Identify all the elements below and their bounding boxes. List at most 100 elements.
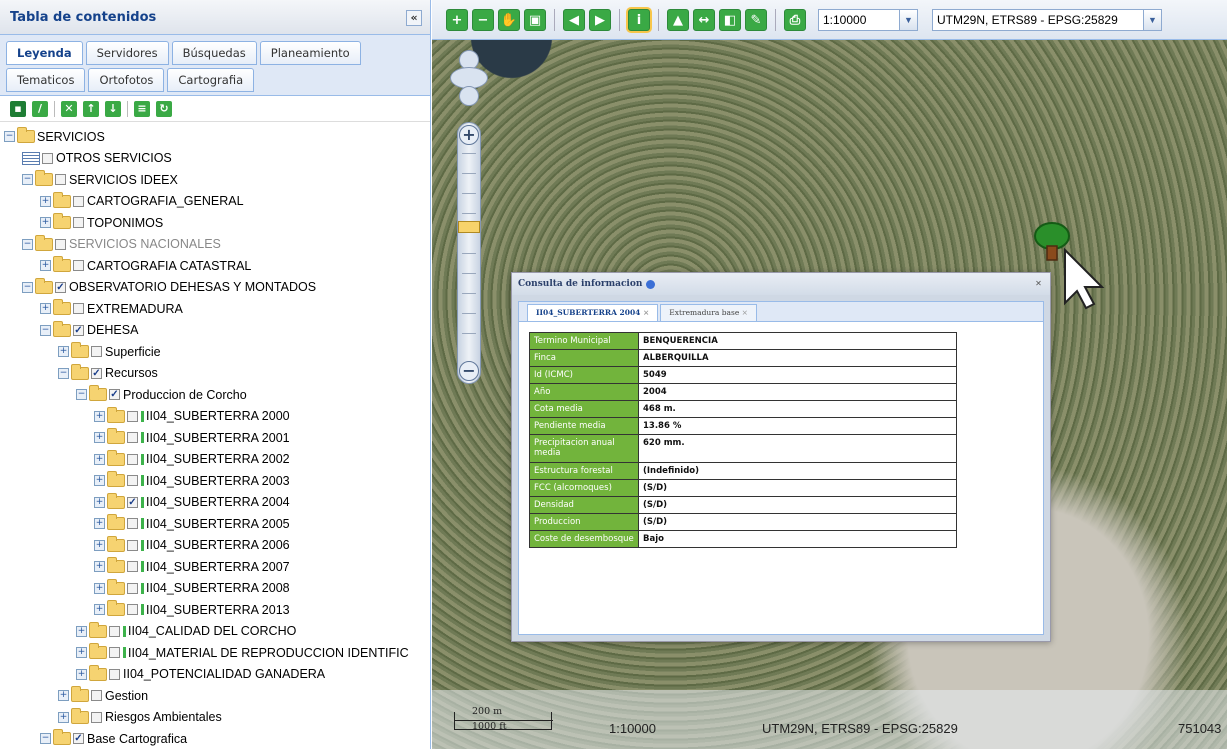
info-query-icon[interactable]: i	[628, 8, 650, 31]
expand-node-icon[interactable]: +	[76, 668, 87, 680]
measure-area-icon[interactable]: ▲	[667, 8, 689, 31]
popup-tab[interactable]: Extremadura base ×	[660, 304, 757, 321]
collapse-node-icon[interactable]: −	[58, 367, 69, 379]
layer-checkbox[interactable]	[73, 217, 84, 229]
popup-tab[interactable]: II04_SUBERTERRA 2004 ×	[527, 304, 659, 321]
expand-node-icon[interactable]: +	[40, 195, 51, 207]
layer-checkbox[interactable]	[109, 625, 120, 637]
layer-checkbox[interactable]: ✓	[73, 324, 84, 336]
expand-node-icon[interactable]: +	[94, 582, 105, 594]
collapse-node-icon[interactable]: −	[76, 389, 87, 401]
pan-down-icon[interactable]	[459, 86, 479, 106]
layer-checkbox[interactable]	[127, 561, 138, 573]
tree-node[interactable]: + II04_SUBERTERRA 2003	[0, 470, 430, 492]
close-tab-icon[interactable]: ×	[739, 308, 748, 317]
tree-node[interactable]: + II04_SUBERTERRA 2005	[0, 513, 430, 535]
expand-node-icon[interactable]: +	[76, 625, 87, 637]
tree-node-label[interactable]: II04_MATERIAL DE REPRODUCCION IDENTIFIC	[128, 646, 409, 660]
tree-node-label[interactable]: Gestion	[105, 689, 148, 703]
tree-node-label[interactable]: II04_POTENCIALIDAD GANADERA	[123, 667, 325, 681]
expand-node-icon[interactable]: +	[58, 711, 69, 723]
tree-node[interactable]: − ✓ Base Cartografica	[0, 728, 430, 749]
pan-control[interactable]	[450, 50, 488, 106]
expand-node-icon[interactable]: +	[94, 475, 105, 487]
next-view-icon[interactable]: ▶	[589, 8, 611, 31]
zoom-minus-icon[interactable]: −	[459, 361, 479, 381]
layer-checkbox[interactable]: ✓	[127, 496, 138, 508]
tree-node[interactable]: + II04_SUBERTERRA 2006	[0, 535, 430, 557]
tree-node-label[interactable]: SERVICIOS	[37, 130, 105, 144]
layer-checkbox[interactable]	[127, 604, 138, 616]
edit-icon[interactable]: /	[32, 100, 48, 117]
tree-node[interactable]: + II04_SUBERTERRA 2001	[0, 427, 430, 449]
collapse-node-icon[interactable]: −	[40, 733, 51, 745]
expand-node-icon[interactable]: +	[58, 690, 69, 702]
tree-node-label[interactable]: CARTOGRAFIA_GENERAL	[87, 194, 244, 208]
tree-node-label[interactable]: OBSERVATORIO DEHESAS Y MONTADOS	[69, 280, 316, 294]
layer-checkbox[interactable]: ✓	[91, 367, 102, 379]
layer-checkbox[interactable]	[73, 195, 84, 207]
zoom-plus-icon[interactable]: +	[459, 125, 479, 145]
close-icon[interactable]: ✕	[1033, 278, 1044, 289]
expand-node-icon[interactable]: +	[58, 346, 69, 358]
layer-properties-icon[interactable]: ≡	[134, 100, 150, 117]
layer-checkbox[interactable]	[55, 238, 66, 250]
split-view-icon[interactable]: ◧	[719, 8, 741, 31]
tree-node-label[interactable]: SERVICIOS IDEEX	[69, 173, 178, 187]
tree-node-label[interactable]: II04_SUBERTERRA 2003	[146, 474, 290, 488]
tab-b-squedas[interactable]: Búsquedas	[171, 41, 257, 65]
scale-select[interactable]: 1:10000 ▼	[818, 8, 918, 31]
remove-layer-icon[interactable]: ✕	[61, 100, 77, 117]
tree-node[interactable]: OTROS SERVICIOS	[0, 148, 430, 170]
zoom-slider[interactable]: + −	[457, 122, 481, 384]
expand-node-icon[interactable]: +	[40, 303, 51, 315]
expand-node-icon[interactable]: +	[40, 217, 51, 229]
chevron-down-icon[interactable]: ▼	[899, 9, 917, 30]
move-up-icon[interactable]: ↑	[83, 100, 99, 117]
collapse-node-icon[interactable]: −	[4, 131, 15, 143]
tree-node[interactable]: − ✓ DEHESA	[0, 320, 430, 342]
layer-checkbox[interactable]	[73, 260, 84, 272]
layer-checkbox[interactable]	[55, 174, 66, 186]
tree-node[interactable]: + II04_SUBERTERRA 2000	[0, 406, 430, 428]
save-icon[interactable]: ▪	[10, 100, 26, 117]
draw-icon[interactable]: ✎	[745, 8, 767, 31]
layer-checkbox[interactable]	[127, 475, 138, 487]
tree-node[interactable]: − SERVICIOS NACIONALES	[0, 234, 430, 256]
tree-node[interactable]: + EXTREMADURA	[0, 298, 430, 320]
tab-cartografia[interactable]: Cartografia	[167, 68, 255, 92]
tree-node[interactable]: − SERVICIOS IDEEX	[0, 169, 430, 191]
layer-checkbox[interactable]	[91, 346, 102, 358]
tree-node-label[interactable]: Base Cartografica	[87, 732, 187, 746]
expand-node-icon[interactable]: +	[94, 561, 105, 573]
tree-node[interactable]: + II04_MATERIAL DE REPRODUCCION IDENTIFIC	[0, 642, 430, 664]
tree-node-label[interactable]: TOPONIMOS	[87, 216, 163, 230]
tree-node-label[interactable]: DEHESA	[87, 323, 138, 337]
layer-checkbox[interactable]	[127, 518, 138, 530]
previous-view-icon[interactable]: ◀	[563, 8, 585, 31]
tree-node-label[interactable]: EXTREMADURA	[87, 302, 183, 316]
layer-checkbox[interactable]	[109, 668, 120, 680]
tab-ortofotos[interactable]: Ortofotos	[88, 68, 165, 92]
zoom-out-icon[interactable]: −	[472, 8, 494, 31]
layer-checkbox[interactable]: ✓	[73, 733, 84, 745]
expand-node-icon[interactable]: +	[94, 432, 105, 444]
tree-node-label[interactable]: II04_SUBERTERRA 2000	[146, 409, 290, 423]
tree-node-label[interactable]: Superficie	[105, 345, 161, 359]
expand-node-icon[interactable]: +	[94, 410, 105, 422]
tree-node[interactable]: + II04_CALIDAD DEL CORCHO	[0, 621, 430, 643]
expand-node-icon[interactable]: +	[40, 260, 51, 272]
expand-node-icon[interactable]: +	[94, 604, 105, 616]
zoom-slider-thumb[interactable]	[458, 221, 480, 233]
tree-node[interactable]: + Superficie	[0, 341, 430, 363]
expand-node-icon[interactable]: +	[94, 453, 105, 465]
tab-planeamiento[interactable]: Planeamiento	[259, 41, 361, 65]
expand-node-icon[interactable]: +	[94, 496, 105, 508]
layer-checkbox[interactable]	[127, 432, 138, 444]
tree-node[interactable]: − ✓ OBSERVATORIO DEHESAS Y MONTADOS	[0, 277, 430, 299]
layer-checkbox[interactable]	[127, 410, 138, 422]
chevron-down-icon[interactable]: ▼	[1143, 9, 1161, 30]
tree-node[interactable]: + ✓ II04_SUBERTERRA 2004	[0, 492, 430, 514]
tab-tematicos[interactable]: Tematicos	[6, 68, 86, 92]
layer-checkbox[interactable]	[42, 152, 53, 164]
